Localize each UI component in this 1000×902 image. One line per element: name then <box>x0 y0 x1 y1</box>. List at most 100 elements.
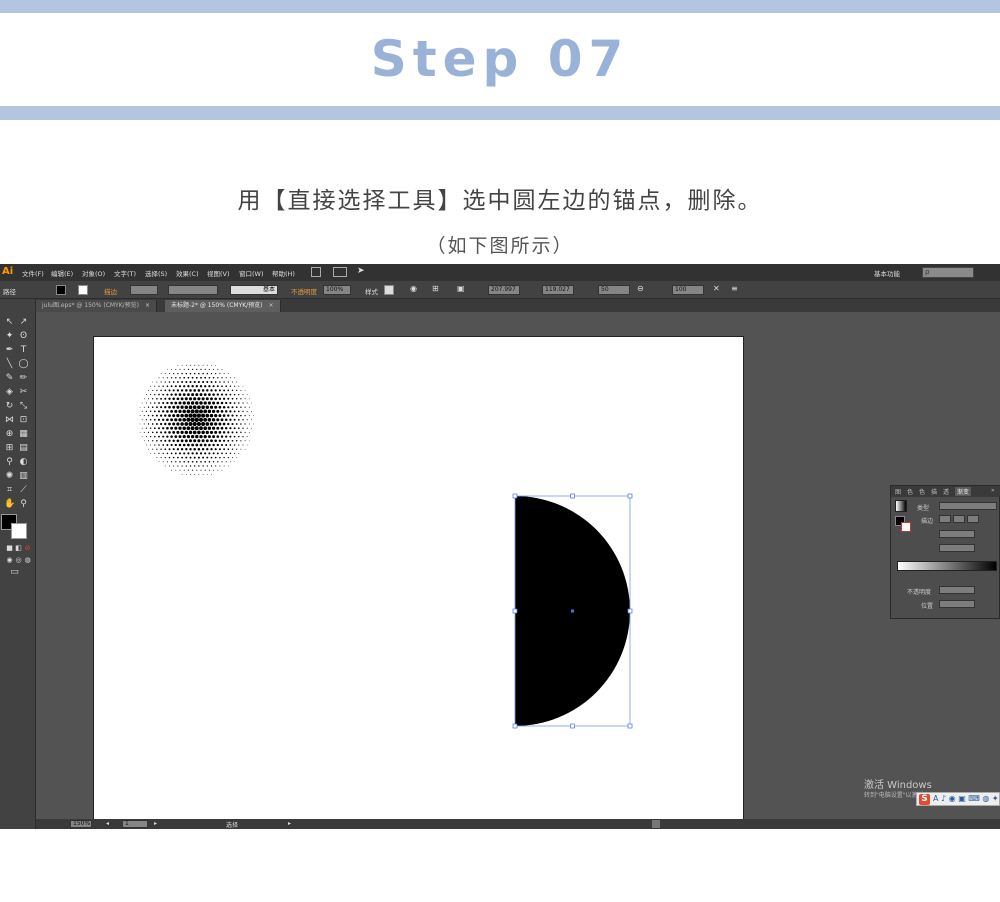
pen-tool-icon[interactable]: ✒ <box>4 345 15 356</box>
menu-object[interactable]: 对象(O) <box>82 268 105 278</box>
width-field[interactable]: 50 <box>598 285 630 295</box>
width-tool-icon[interactable]: ⋈ <box>4 415 15 426</box>
bridge-icon[interactable] <box>311 267 321 277</box>
halftone-circle-artwork[interactable] <box>136 359 256 479</box>
stroke-swatch[interactable] <box>78 285 88 295</box>
tab-stroke[interactable]: 描 <box>931 487 937 496</box>
arrange-documents-icon[interactable] <box>333 267 347 277</box>
resize-handle[interactable] <box>512 723 518 729</box>
stroke-option-button[interactable] <box>939 515 951 523</box>
artboard-number-field[interactable]: 1 <box>122 820 148 828</box>
screen-mode-icon[interactable]: ▭ <box>9 567 20 578</box>
menu-window[interactable]: 窗口(W) <box>239 268 264 278</box>
status-text[interactable]: 选择 <box>226 820 238 829</box>
stroke-option-button[interactable] <box>967 515 979 523</box>
resize-handle[interactable] <box>627 608 633 614</box>
ime-status-icons[interactable]: A ♪ ◉ ▣ ⌨ ◍ ✦ <box>933 794 999 803</box>
rotate-tool-icon[interactable]: ↻ <box>4 401 15 412</box>
artboard-tool-icon[interactable]: ⌗ <box>4 485 15 496</box>
tab-untitled-2[interactable]: 未标题-2* @ 150% (CMYK/预览) × <box>165 300 281 312</box>
recolor-icon[interactable]: ◉ <box>410 284 417 293</box>
fill-swatch[interactable] <box>56 285 66 295</box>
half-circle-shape[interactable] <box>505 486 645 736</box>
resize-handle[interactable] <box>627 493 633 499</box>
eyedropper-icon[interactable]: ⚲ <box>4 457 15 468</box>
gradient-tool-icon[interactable]: ▤ <box>18 443 29 454</box>
horizontal-scroll-thumb[interactable] <box>652 820 660 828</box>
tab-transparency[interactable]: 透 <box>943 487 949 496</box>
free-transform-icon[interactable]: ⊡ <box>18 415 29 426</box>
menu-type[interactable]: 文字(T) <box>114 268 136 278</box>
angle-field[interactable] <box>939 530 975 538</box>
hand-tool-icon[interactable]: ✋ <box>4 499 15 510</box>
close-icon[interactable]: × <box>269 302 274 309</box>
tab-image-trace[interactable]: 图 <box>895 487 901 496</box>
gradient-thumbnail[interactable] <box>895 500 907 512</box>
zoom-tool-icon[interactable]: ⚲ <box>18 499 29 510</box>
sogou-logo-icon[interactable]: S <box>919 794 930 805</box>
graphic-style-swatch[interactable] <box>384 285 394 295</box>
link-proportions-icon[interactable]: ⊖ <box>637 284 644 293</box>
lasso-icon[interactable]: ʘ <box>18 331 29 342</box>
gradient-opacity-field[interactable] <box>939 586 975 594</box>
blend-tool-icon[interactable]: ◐ <box>18 457 29 468</box>
type-tool-icon[interactable]: T <box>18 345 29 356</box>
search-input[interactable]: ρ <box>922 267 974 278</box>
tab-gradient[interactable]: 渐变 <box>955 487 972 496</box>
perspective-grid-icon[interactable]: ▦ <box>18 429 29 440</box>
resize-handle[interactable] <box>512 493 518 499</box>
menu-file[interactable]: 文件(F) <box>22 268 44 278</box>
mesh-tool-icon[interactable]: ⊞ <box>4 443 15 454</box>
resize-handle[interactable] <box>627 723 633 729</box>
brush-definition-field[interactable]: 基本 <box>230 285 278 295</box>
first-artboard-icon[interactable]: ◂ <box>106 820 109 827</box>
resize-handle[interactable] <box>570 723 575 729</box>
eraser-icon[interactable]: ◈ <box>4 387 15 398</box>
graph-tool-icon[interactable]: ▥ <box>18 471 29 482</box>
gradient-type-select[interactable] <box>939 502 997 510</box>
shape-builder-icon[interactable]: ⊕ <box>4 429 15 440</box>
next-artboard-icon[interactable]: ▸ <box>154 820 157 827</box>
menu-effect[interactable]: 效果(C) <box>176 268 199 278</box>
panel-collapse-icon[interactable]: » <box>991 487 995 494</box>
paintbrush-icon[interactable]: ✎ <box>4 373 15 384</box>
none-mode-icon[interactable]: ⊘ <box>22 543 33 554</box>
stroke-weight-field[interactable] <box>130 285 158 295</box>
transform-reference-icon[interactable]: ▣ <box>457 284 465 293</box>
ellipse-tool-icon[interactable]: ◯ <box>18 359 29 370</box>
direct-selection-tool-icon[interactable]: ↗ <box>18 317 29 328</box>
draw-inside-icon[interactable]: ◍ <box>22 555 33 566</box>
gradient-slider[interactable] <box>897 561 997 571</box>
stroke-option-button[interactable] <box>953 515 965 523</box>
resize-handle[interactable] <box>512 608 518 614</box>
menu-view[interactable]: 视图(V) <box>207 268 230 278</box>
y-field[interactable]: 119.027 <box>542 285 574 295</box>
tab-color[interactable]: 色 <box>907 487 913 496</box>
selection-tool-icon[interactable]: ↖ <box>4 317 15 328</box>
line-tool-icon[interactable]: ╲ <box>4 359 15 370</box>
ime-toolbar[interactable]: S A ♪ ◉ ▣ ⌨ ◍ ✦ <box>916 792 1000 806</box>
opacity-label[interactable]: 不透明度 <box>291 286 317 296</box>
stroke-label[interactable]: 描边 <box>104 286 117 296</box>
menu-edit[interactable]: 编辑(E) <box>51 268 73 278</box>
transform-icon[interactable]: ✕ <box>713 284 720 293</box>
stroke-color-icon[interactable] <box>11 523 27 539</box>
menu-select[interactable]: 选择(S) <box>145 268 167 278</box>
height-field[interactable]: 100 <box>672 285 704 295</box>
zoom-field[interactable]: 150% <box>70 820 92 828</box>
location-field[interactable] <box>939 600 975 608</box>
slice-tool-icon[interactable]: ⟋ <box>18 485 29 496</box>
variable-width-field[interactable] <box>168 285 218 295</box>
x-field[interactable]: 207.997 <box>488 285 520 295</box>
resize-handle[interactable] <box>570 493 575 499</box>
tab-color-guide[interactable]: 色 <box>919 487 925 496</box>
menu-help[interactable]: 帮助(H) <box>272 268 295 278</box>
magic-wand-icon[interactable]: ✦ <box>4 331 15 342</box>
aspect-ratio-field[interactable] <box>939 544 975 552</box>
close-icon[interactable]: × <box>145 302 150 309</box>
workspace-switcher[interactable]: 基本功能 <box>874 268 900 278</box>
scissors-icon[interactable]: ✂ <box>18 387 29 398</box>
status-menu-icon[interactable]: ▸ <box>288 820 291 827</box>
scale-tool-icon[interactable]: ⤡ <box>18 401 29 412</box>
stroke-icon[interactable] <box>901 522 911 532</box>
